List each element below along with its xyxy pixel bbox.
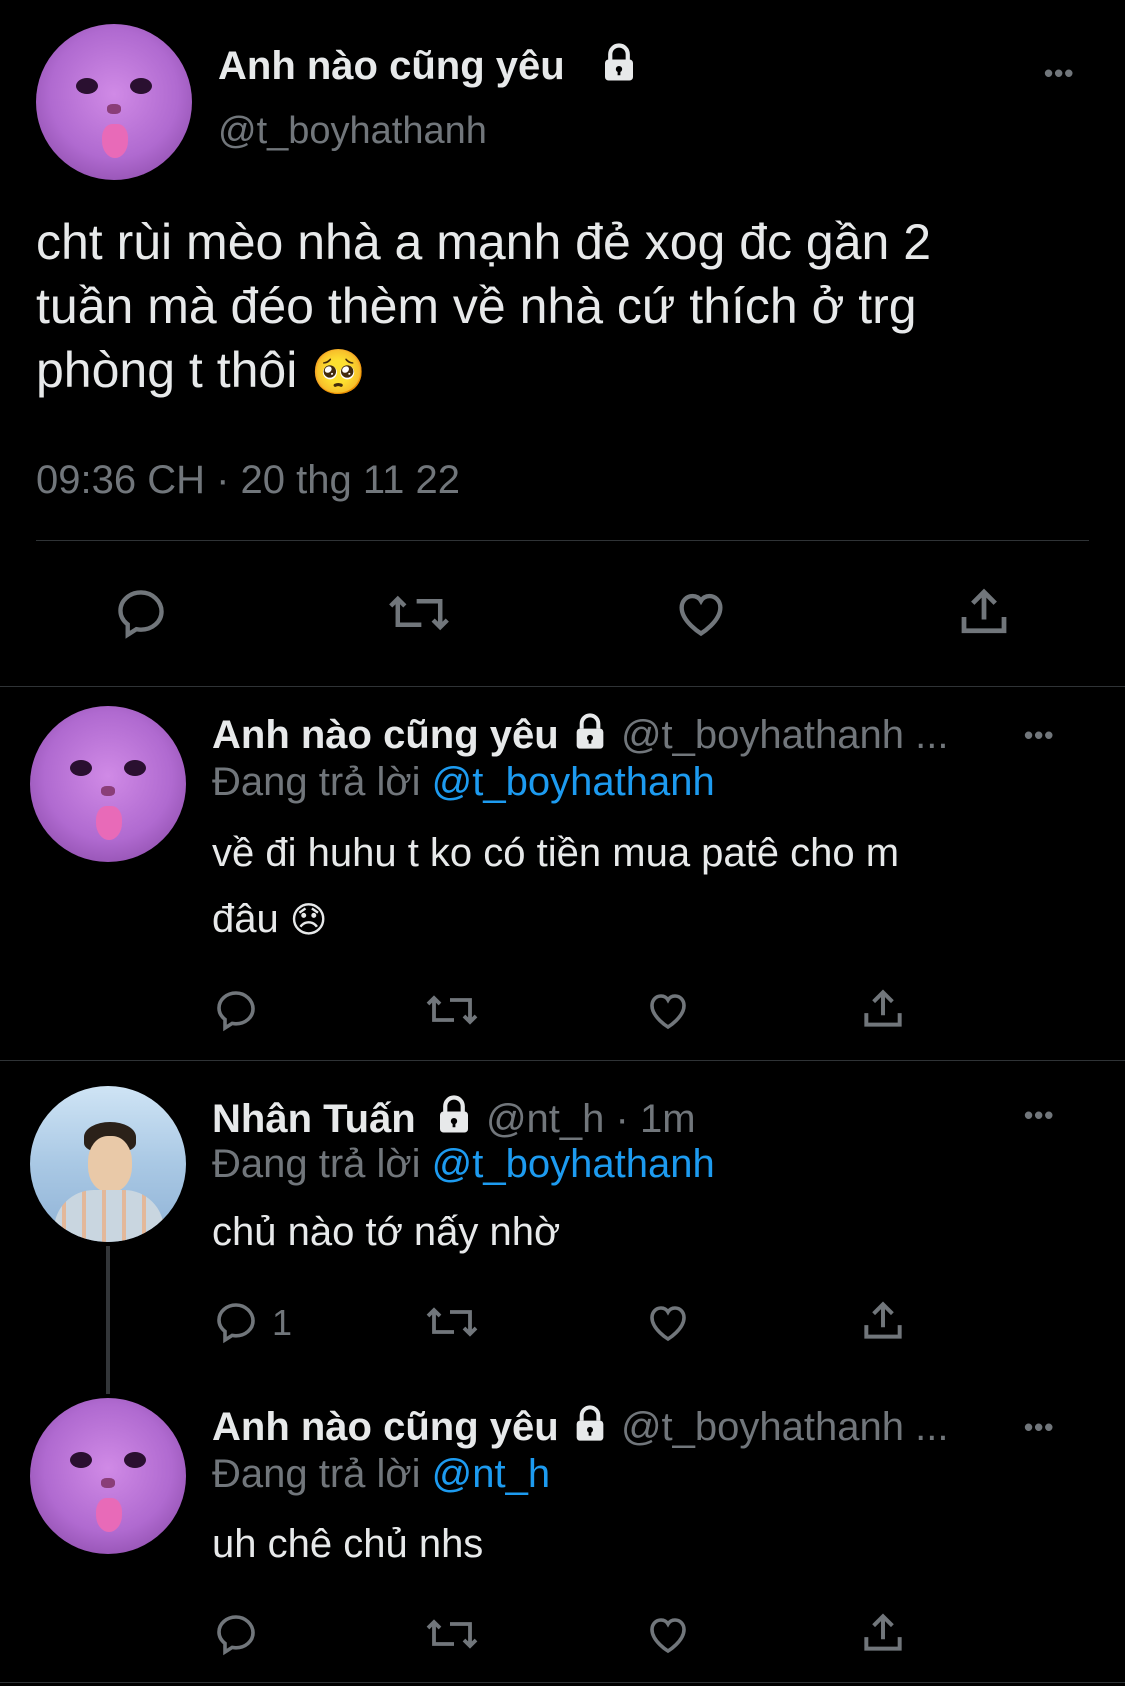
- avatar[interactable]: [36, 24, 192, 180]
- retweet-icon[interactable]: [386, 584, 452, 642]
- like-icon[interactable]: [672, 584, 730, 642]
- handle[interactable]: @t_boyhathanh ...: [621, 1405, 949, 1449]
- more-icon[interactable]: •••: [1044, 58, 1074, 89]
- tweet-text-line: tuần mà đéo thèm về nhà cứ thích ở trg: [36, 278, 917, 334]
- retweet-icon[interactable]: [424, 1610, 480, 1658]
- reply-text: uh chê chủ nhs: [212, 1522, 484, 1566]
- tweet-text-line-content: phòng t thôi: [36, 342, 298, 398]
- handle[interactable]: @t_boyhathanh: [218, 110, 487, 153]
- pleading-emoji: 🥺: [311, 348, 367, 397]
- reply-header: Anh nào cũng yêu @t_boyhathanh ...: [212, 1404, 948, 1450]
- mention-link[interactable]: @t_boyhathanh: [432, 760, 715, 804]
- reply-header: Anh nào cũng yêu @t_boyhathanh ...: [212, 712, 948, 758]
- lock-icon: [570, 712, 610, 752]
- divider: [0, 686, 1125, 687]
- reply-header: Nhân Tuấn @nt_h · 1m: [212, 1094, 696, 1142]
- tweet-text: cht rùi mèo nhà a mạnh đẻ xog đc gần 2 t…: [36, 210, 1096, 405]
- retweet-icon[interactable]: [424, 986, 480, 1034]
- retweet-icon[interactable]: [424, 1298, 480, 1346]
- display-name[interactable]: Anh nào cũng yêu: [212, 1405, 559, 1449]
- avatar[interactable]: [30, 1086, 186, 1242]
- more-icon[interactable]: •••: [1024, 1412, 1054, 1443]
- replying-to: Đang trả lời @nt_h: [212, 1452, 550, 1497]
- thread-line: [106, 1246, 110, 1394]
- more-icon[interactable]: •••: [1024, 1100, 1054, 1131]
- divider: [36, 540, 1089, 541]
- handle[interactable]: @t_boyhathanh ...: [621, 713, 949, 757]
- reply-text-line: đâu 😞: [212, 886, 899, 953]
- replying-to: Đang trả lời @t_boyhathanh: [212, 1142, 715, 1187]
- reply-icon[interactable]: [212, 1298, 260, 1346]
- reply-icon[interactable]: [112, 584, 170, 642]
- timestamp[interactable]: 09:36 CH · 20 thg 11 22: [36, 458, 460, 503]
- divider: [0, 1682, 1125, 1683]
- replying-label: Đang trả lời: [212, 760, 421, 804]
- display-name[interactable]: Anh nào cũng yêu: [218, 44, 565, 89]
- share-icon[interactable]: [954, 582, 1014, 642]
- replying-label: Đang trả lời: [212, 1142, 421, 1186]
- mention-link[interactable]: @nt_h: [432, 1452, 550, 1496]
- share-icon[interactable]: [858, 1296, 908, 1346]
- handle[interactable]: @nt_h · 1m: [486, 1097, 696, 1141]
- reply-count: 1: [272, 1302, 293, 1343]
- reply-text-line: về đi huhu t ko có tiền mua patê cho m: [212, 831, 900, 875]
- display-name[interactable]: Nhân Tuấn: [212, 1097, 416, 1141]
- tweet-text-line: cht rùi mèo nhà a mạnh đẻ xog đc gần 2: [36, 214, 932, 270]
- tweet-text-line: phòng t thôi 🥺: [36, 338, 1096, 405]
- replying-to: Đang trả lời @t_boyhathanh: [212, 760, 715, 805]
- lock-icon: [570, 1404, 610, 1444]
- avatar[interactable]: [30, 706, 186, 862]
- share-icon[interactable]: [858, 1608, 908, 1658]
- disappointed-emoji: 😞: [289, 899, 328, 940]
- divider: [0, 1060, 1125, 1061]
- mention-link[interactable]: @t_boyhathanh: [432, 1142, 715, 1186]
- avatar[interactable]: [30, 1398, 186, 1554]
- like-icon[interactable]: [644, 1610, 692, 1658]
- like-icon[interactable]: [644, 1298, 692, 1346]
- reply-text: chủ nào tớ nấy nhờ: [212, 1210, 561, 1254]
- more-icon[interactable]: •••: [1024, 720, 1054, 751]
- lock-icon: [598, 42, 640, 84]
- reply-icon[interactable]: [212, 1610, 260, 1658]
- replying-label: Đang trả lời: [212, 1452, 421, 1496]
- reply-text: về đi huhu t ko có tiền mua patê cho m đ…: [212, 820, 899, 953]
- display-name[interactable]: Anh nào cũng yêu: [212, 713, 559, 757]
- like-icon[interactable]: [644, 986, 692, 1034]
- lock-icon: [433, 1094, 475, 1136]
- reply-text-line-content: đâu: [212, 897, 279, 941]
- share-icon[interactable]: [858, 984, 908, 1034]
- reply-icon[interactable]: [212, 986, 260, 1034]
